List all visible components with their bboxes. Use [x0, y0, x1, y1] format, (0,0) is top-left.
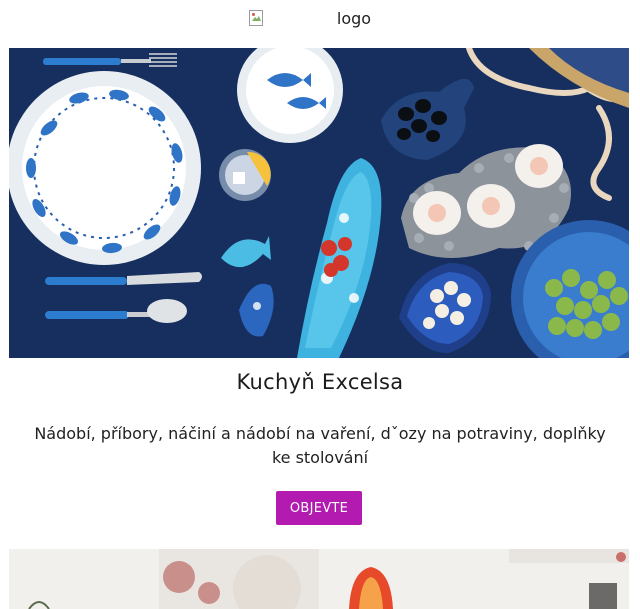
broken-image-icon [248, 9, 263, 26]
large-plate-icon [9, 71, 201, 265]
glass-icon [219, 149, 271, 201]
hero-image[interactable] [9, 48, 629, 358]
header: logo [0, 0, 640, 48]
section-description: Nádobí, příbory, náčiní a nádobí na vaře… [34, 424, 606, 467]
section-title: Kuchyň Excelsa [236, 370, 404, 394]
logo-link[interactable]: logo [248, 9, 372, 28]
logo-alt-text: logo [336, 9, 372, 28]
next-section-image[interactable] [9, 549, 629, 609]
discover-button[interactable]: OBJEVTE [276, 491, 362, 525]
